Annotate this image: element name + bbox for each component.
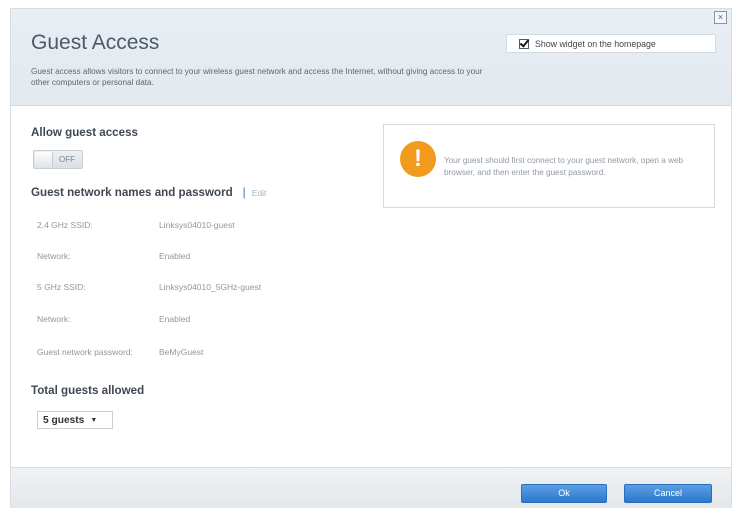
page-title: Guest Access — [31, 31, 160, 54]
network-24-label: Network: — [37, 251, 71, 261]
page-description: Guest access allows visitors to connect … — [31, 67, 483, 87]
info-text: Your guest should first connect to your … — [444, 156, 684, 177]
toggle-state-label: OFF — [59, 155, 75, 164]
heading-separator: | — [242, 186, 246, 199]
network-5-value: Enabled — [159, 314, 191, 324]
info-panel: ! Your guest should first connect to you… — [383, 124, 715, 208]
cancel-button[interactable]: Cancel — [624, 484, 712, 503]
ssid-24-label: 2.4 GHz SSID: — [37, 220, 93, 230]
chevron-down-icon: ▼ — [90, 416, 98, 424]
ssid-5-label: 5 GHz SSID: — [37, 282, 86, 292]
close-icon[interactable]: × — [714, 11, 727, 24]
guest-network-heading: Guest network names and password | Edit — [31, 186, 266, 199]
checkbox-checked-icon[interactable] — [519, 38, 529, 49]
dialog-footer: Ok Cancel — [11, 467, 731, 508]
dialog-header: × Guest Access Guest access allows visit… — [11, 9, 731, 106]
warning-icon: ! — [400, 141, 436, 177]
ok-button[interactable]: Ok — [521, 484, 607, 503]
allow-guest-access-heading: Allow guest access — [31, 126, 138, 139]
guest-network-heading-text: Guest network names and password — [31, 186, 233, 199]
ssid-5-value: Linksys04010_5GHz-guest — [159, 282, 262, 292]
guest-password-label: Guest network password: — [37, 347, 133, 357]
total-guests-selected-value: 5 guests — [43, 414, 85, 426]
show-widget-checkbox[interactable]: Show widget on the homepage — [506, 34, 716, 53]
guest-access-dialog: × Guest Access Guest access allows visit… — [10, 8, 732, 508]
edit-link[interactable]: Edit — [252, 188, 267, 198]
total-guests-heading: Total guests allowed — [31, 384, 145, 397]
guest-access-toggle[interactable]: OFF — [33, 150, 83, 169]
total-guests-select[interactable]: 5 guests ▼ — [37, 411, 113, 429]
network-5-label: Network: — [37, 314, 71, 324]
toggle-knob — [35, 152, 53, 167]
network-24-value: Enabled — [159, 251, 191, 261]
ssid-24-value: Linksys04010-guest — [159, 220, 235, 230]
show-widget-label: Show widget on the homepage — [535, 38, 656, 49]
guest-password-value: BeMyGuest — [159, 347, 204, 357]
